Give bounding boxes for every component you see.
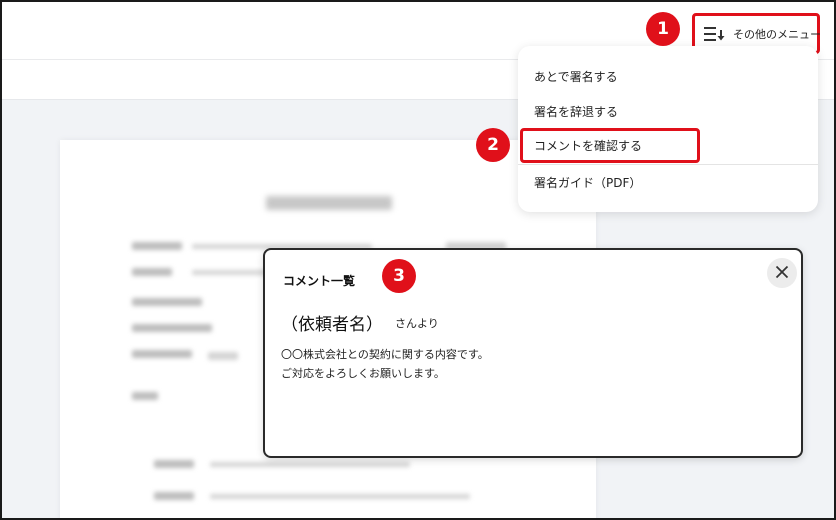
menu-item-decline-signature[interactable]: 署名を辞退する (534, 103, 618, 120)
list-sort-icon (703, 25, 725, 43)
blurred-text (208, 352, 238, 360)
blurred-text (132, 392, 158, 400)
blurred-text (132, 298, 202, 306)
more-menu-label: その他のメニュー (733, 27, 821, 41)
dialog-title: コメント一覧 (283, 274, 356, 288)
close-button[interactable] (767, 258, 797, 288)
blurred-text (132, 350, 192, 358)
step-badge-1: 1 (646, 12, 680, 46)
highlight-view-comments (520, 128, 700, 163)
blurred-text (154, 492, 194, 500)
blurred-text (210, 462, 410, 467)
document-title-blurred (266, 196, 392, 210)
step-badge-3: 3 (382, 259, 416, 293)
menu-item-sign-later[interactable]: あとで署名する (534, 68, 618, 85)
blurred-text (132, 324, 212, 332)
blurred-text (132, 268, 172, 276)
menu-divider (518, 164, 818, 165)
blurred-text (154, 460, 194, 468)
comment-list-dialog: コメント一覧 （依頼者名） さんより 〇〇株式会社との契約に関する内容です。 ご… (263, 248, 803, 458)
comment-message-line: 〇〇株式会社との契約に関する内容です。 (281, 348, 489, 361)
blurred-text (210, 494, 470, 499)
step-badge-2: 2 (476, 128, 510, 162)
comment-message-line: ご対応をよろしくお願いします。 (281, 367, 445, 380)
menu-item-signing-guide[interactable]: 署名ガイド（PDF） (534, 174, 641, 191)
comment-requester-name: （依頼者名） (281, 315, 383, 335)
app-frame: その他のメニュー あとで署名する 署名を辞退する コメントを確認する 署名ガイド… (0, 0, 836, 520)
comment-requester-suffix: さんより (395, 317, 439, 330)
close-icon (775, 264, 789, 283)
blurred-text (132, 242, 182, 250)
